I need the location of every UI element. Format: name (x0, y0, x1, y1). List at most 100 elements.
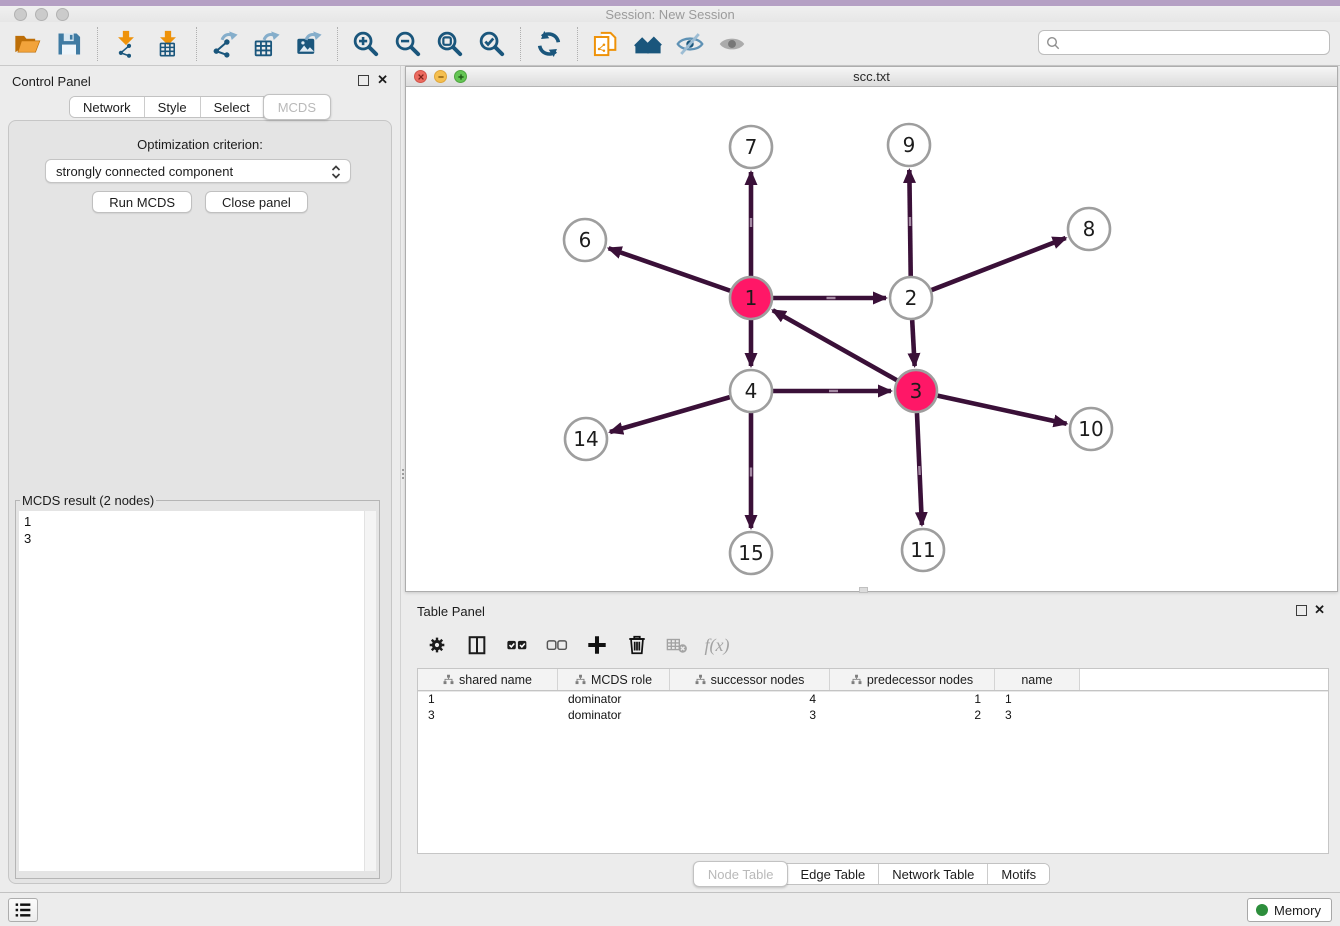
hide-details-button[interactable] (669, 25, 711, 63)
node-14[interactable]: 14 (565, 418, 607, 460)
cell[interactable]: 1 (830, 692, 995, 706)
deselect-all-icon (546, 634, 568, 656)
column-header-name[interactable]: name (995, 669, 1080, 690)
table-panel-title: Table Panel (417, 604, 485, 619)
tab-style[interactable]: Style (145, 97, 201, 117)
tab-network[interactable]: Network (70, 97, 145, 117)
svg-text:8: 8 (1083, 217, 1096, 241)
column-type-icon (443, 674, 454, 685)
search-input[interactable] (1061, 33, 1329, 53)
settings-button[interactable] (419, 627, 455, 663)
node-7[interactable]: 7 (730, 126, 772, 168)
horizontal-splitter-handle[interactable] (859, 587, 868, 593)
table-tab-network-table[interactable]: Network Table (879, 864, 988, 884)
mcds-result-area[interactable]: 1 3 (19, 511, 376, 871)
node-3[interactable]: 3 (895, 370, 937, 412)
cell[interactable]: 4 (670, 692, 830, 706)
edge-2-3[interactable] (912, 320, 914, 366)
delete-table-icon (666, 634, 688, 656)
network-window-titlebar[interactable]: scc.txt (406, 67, 1337, 87)
network-graph[interactable]: 7 9 6 8 1 2 4 3 14 10 15 11 (406, 87, 1337, 591)
zoom-selected-button[interactable] (471, 25, 513, 63)
column-header-successor-nodes[interactable]: successor nodes (670, 669, 830, 690)
select-all-button[interactable] (499, 627, 535, 663)
export-image-button[interactable] (288, 25, 330, 63)
toolbar-separator (337, 27, 338, 61)
run-mcds-button[interactable]: Run MCDS (92, 191, 192, 213)
cell[interactable]: 1 (418, 692, 558, 706)
cell[interactable]: dominator (558, 692, 670, 706)
result-scrollbar[interactable] (364, 511, 376, 871)
zoom-fit-button[interactable] (429, 25, 471, 63)
node-8[interactable]: 8 (1068, 208, 1110, 250)
cell[interactable]: 3 (670, 708, 830, 722)
optimization-label: Optimization criterion: (9, 137, 391, 152)
node-9[interactable]: 9 (888, 124, 930, 166)
open-button[interactable] (6, 25, 48, 63)
edge-1-6[interactable] (609, 248, 731, 290)
edge-2-8[interactable] (932, 238, 1066, 290)
column-header-MCDS-role[interactable]: MCDS role (558, 669, 670, 690)
import-table-icon (154, 30, 182, 58)
zoom-in-icon (352, 30, 380, 58)
memory-button[interactable]: Memory (1247, 898, 1332, 922)
edge-3-10[interactable] (937, 396, 1066, 424)
close-panel-icon[interactable]: ✕ (377, 72, 388, 88)
edge-3-1[interactable] (773, 310, 897, 380)
table-row-1[interactable]: 1dominator411 (418, 691, 1328, 707)
column-type-icon (695, 674, 706, 685)
zoom-in-button[interactable] (345, 25, 387, 63)
node-15[interactable]: 15 (730, 532, 772, 574)
import-table-button[interactable] (147, 25, 189, 63)
cell[interactable]: 3 (418, 708, 558, 722)
cell[interactable]: dominator (558, 708, 670, 722)
optimization-select[interactable]: strongly connected component (45, 159, 351, 183)
node-10[interactable]: 10 (1070, 408, 1112, 450)
float-table-panel-icon[interactable] (1296, 605, 1307, 616)
columns-button[interactable] (459, 627, 495, 663)
import-network-button[interactable] (105, 25, 147, 63)
settings-icon (426, 634, 448, 656)
status-bar: Memory (0, 892, 1340, 926)
network-canvas[interactable]: 7 9 6 8 1 2 4 3 14 10 15 11 (406, 87, 1337, 591)
table-tab-motifs[interactable]: Motifs (988, 864, 1049, 884)
table-tab-edge-table[interactable]: Edge Table (787, 864, 879, 884)
home-button[interactable] (627, 25, 669, 63)
search-box[interactable] (1038, 30, 1330, 55)
node-6[interactable]: 6 (564, 219, 606, 261)
edge-label-mark (827, 297, 836, 299)
table-tab-node-table[interactable]: Node Table (693, 861, 789, 887)
cell[interactable]: 2 (830, 708, 995, 722)
svg-text:7: 7 (745, 135, 758, 159)
deselect-all-button[interactable] (539, 627, 575, 663)
float-panel-icon[interactable] (358, 75, 369, 86)
export-network-button[interactable] (204, 25, 246, 63)
close-panel-button[interactable]: Close panel (205, 191, 308, 213)
node-2[interactable]: 2 (890, 277, 932, 319)
tab-select[interactable]: Select (201, 97, 264, 117)
network-title: scc.txt (406, 69, 1337, 84)
svg-text:4: 4 (745, 379, 758, 403)
main-toolbar (0, 22, 1340, 66)
delete-button[interactable] (619, 627, 655, 663)
zoom-fit-icon (436, 30, 464, 58)
node-1[interactable]: 1 (730, 277, 772, 319)
clone-network-button[interactable] (585, 25, 627, 63)
zoom-out-button[interactable] (387, 25, 429, 63)
export-table-button[interactable] (246, 25, 288, 63)
refresh-button[interactable] (528, 25, 570, 63)
edge-4-14[interactable] (610, 397, 730, 432)
add-button[interactable] (579, 627, 615, 663)
save-button[interactable] (48, 25, 90, 63)
column-header-predecessor-nodes[interactable]: predecessor nodes (830, 669, 995, 690)
node-4[interactable]: 4 (730, 370, 772, 412)
close-table-panel-icon[interactable]: ✕ (1314, 602, 1325, 618)
cell[interactable]: 3 (995, 708, 1080, 722)
delete-table-button (659, 627, 695, 663)
node-11[interactable]: 11 (902, 529, 944, 571)
column-header-shared-name[interactable]: shared name (418, 669, 558, 690)
task-history-button[interactable] (8, 898, 38, 922)
table-row-2[interactable]: 3dominator323 (418, 707, 1328, 723)
tab-mcds[interactable]: MCDS (263, 94, 331, 120)
cell[interactable]: 1 (995, 692, 1080, 706)
